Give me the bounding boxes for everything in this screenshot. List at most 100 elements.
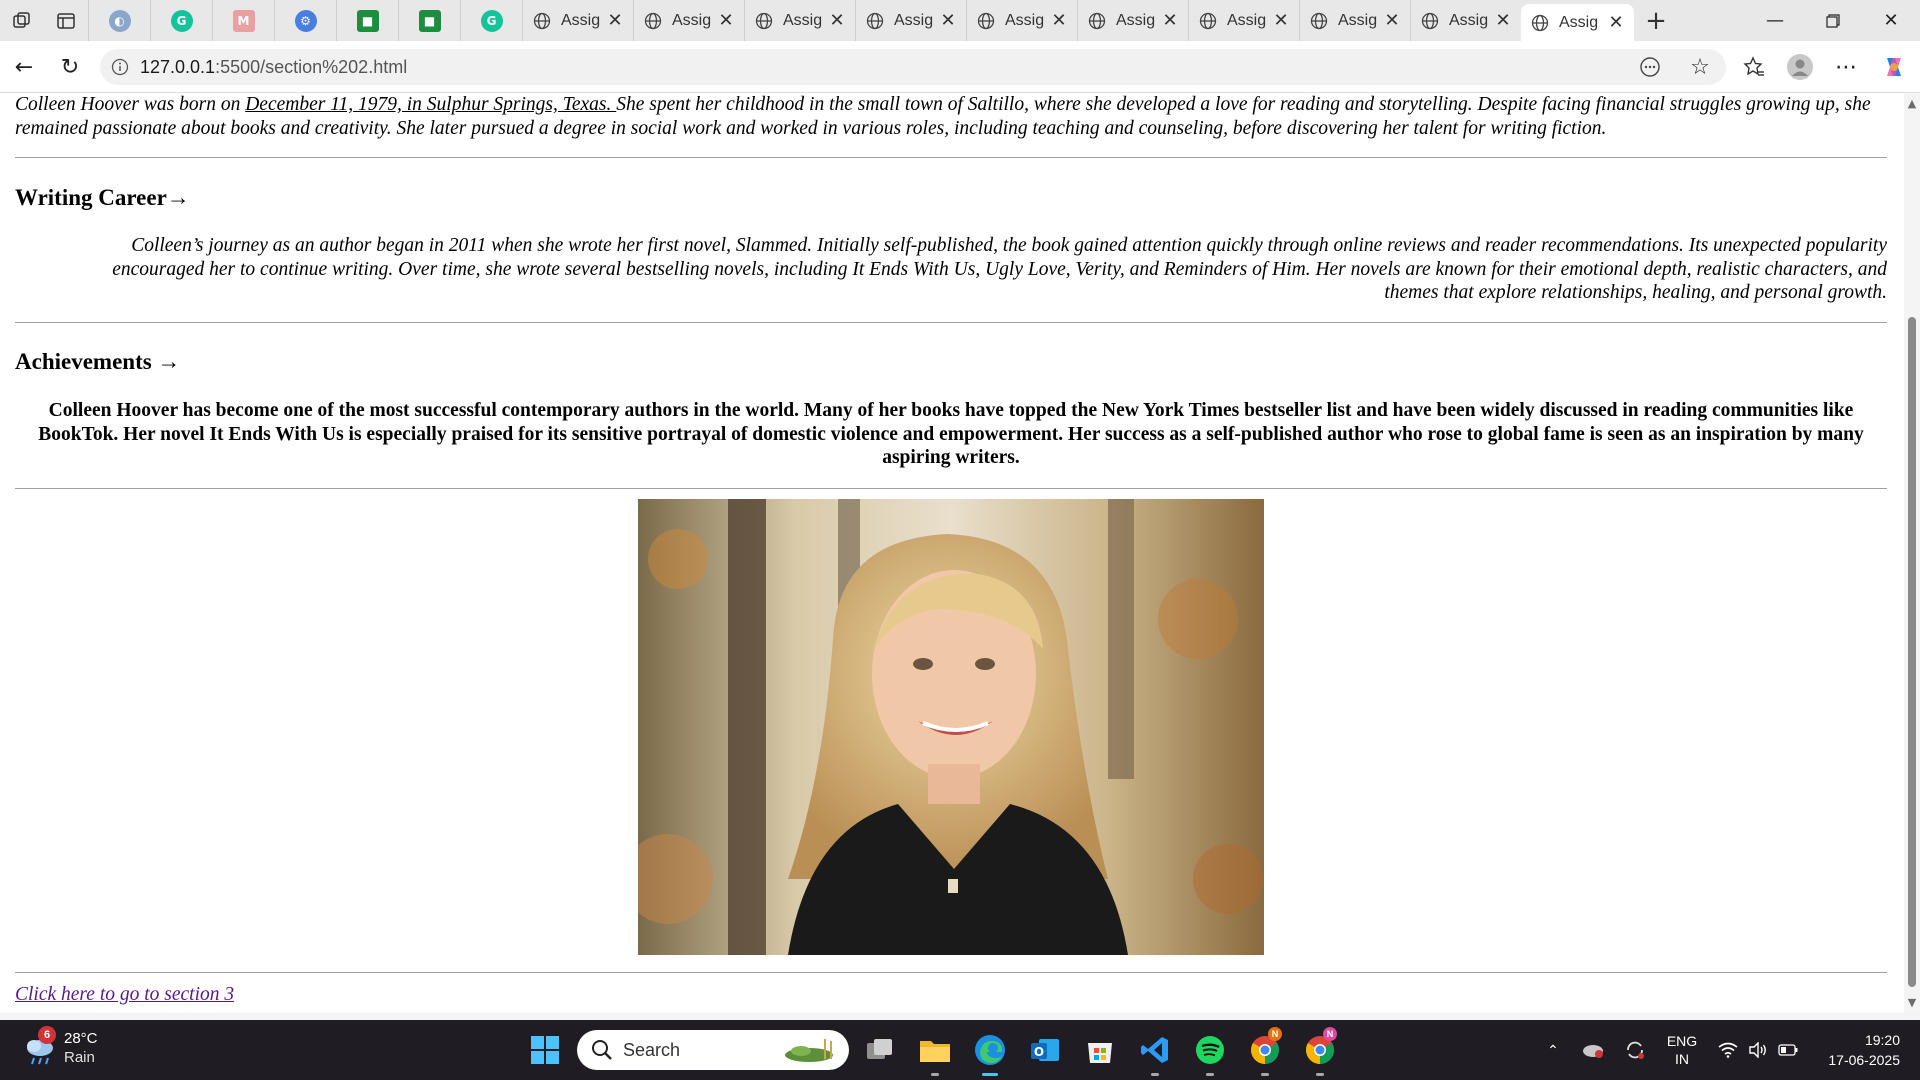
close-tab-icon[interactable]: ✕	[1495, 10, 1511, 31]
back-button[interactable]: ←	[6, 49, 42, 85]
tab-title: Assig	[1449, 11, 1489, 29]
more-options-icon[interactable]: ⋯	[1828, 49, 1864, 85]
minimize-button[interactable]: —	[1746, 0, 1804, 41]
tab-assignment[interactable]: Assig ✕	[966, 0, 1077, 41]
globe-icon	[1531, 14, 1549, 31]
page-viewport: Colleen Hoover was born on December 11, …	[0, 93, 1920, 1013]
chrome-profile-badge: N	[1323, 1027, 1337, 1041]
moon-icon: ◐	[108, 9, 131, 32]
task-view-icon	[867, 1039, 892, 1059]
section-3-link[interactable]: Click here to go to section 3	[15, 984, 234, 1006]
task-view-button[interactable]	[860, 1030, 900, 1070]
tab-title: Assig	[783, 11, 823, 29]
pinned-tab-3[interactable]: M	[212, 0, 274, 41]
intro-lead: Colleen Hoover was born on	[15, 94, 246, 115]
scroll-up-arrow-icon[interactable]: ▲	[1906, 97, 1918, 110]
close-tab-icon[interactable]: ✕	[718, 10, 734, 31]
divider	[15, 972, 1887, 973]
outlook-button[interactable]: O	[1025, 1030, 1065, 1070]
favorites-icon[interactable]	[1736, 49, 1772, 85]
site-info-icon[interactable]	[100, 58, 140, 76]
onedrive-icon[interactable]	[1578, 1020, 1608, 1080]
close-tab-icon[interactable]: ✕	[1608, 12, 1624, 33]
chrome-button[interactable]: N	[1245, 1027, 1285, 1076]
language-indicator[interactable]: ENG IN	[1660, 1020, 1704, 1080]
pinned-tab-5[interactable]: ■	[336, 0, 398, 41]
gear-icon: ⚙	[294, 9, 317, 32]
taskbar-search[interactable]: Search	[577, 1030, 849, 1070]
weather-widget[interactable]: 6 28°C Rain	[20, 1026, 98, 1068]
workspaces-icon[interactable]	[0, 0, 44, 41]
intro-paragraph: Colleen Hoover was born on December 11, …	[15, 93, 1887, 140]
close-window-button[interactable]: ✕	[1862, 0, 1920, 41]
language-code: ENG	[1666, 1033, 1698, 1049]
scroll-down-arrow-icon[interactable]: ▼	[1906, 996, 1918, 1009]
tab-assignment[interactable]: Assig ✕	[1077, 0, 1188, 41]
pinned-tab-7[interactable]: G	[460, 0, 522, 41]
close-tab-icon[interactable]: ✕	[940, 10, 956, 31]
achievements-paragraph: Colleen Hoover has become one of the mos…	[38, 400, 1864, 468]
tab-assignment[interactable]: Assig ✕	[1410, 0, 1521, 41]
copilot-icon[interactable]	[1876, 49, 1912, 85]
close-tab-icon[interactable]: ✕	[1162, 10, 1178, 31]
start-button[interactable]	[525, 1030, 565, 1070]
restore-button[interactable]	[1804, 0, 1862, 41]
pinned-tab-1[interactable]: ◐	[88, 0, 150, 41]
tab-title: Assig	[1227, 11, 1267, 29]
sync-icon[interactable]	[1620, 1020, 1650, 1080]
vscode-button[interactable]	[1135, 1030, 1175, 1076]
file-explorer-button[interactable]	[915, 1030, 955, 1076]
tab-assignment[interactable]: Assig ✕	[522, 0, 633, 41]
tab-actions-icon[interactable]	[44, 0, 88, 41]
scrollbar-thumb[interactable]	[1908, 317, 1916, 987]
search-icon	[592, 1040, 612, 1060]
store-button[interactable]	[1080, 1030, 1120, 1070]
clock[interactable]: 19:20 17-06-2025	[1828, 1030, 1900, 1070]
tab-assignment[interactable]: Assig ✕	[1299, 0, 1410, 41]
close-tab-icon[interactable]: ✕	[829, 10, 845, 31]
edge-button[interactable]	[970, 1030, 1010, 1076]
tab-assignment[interactable]: Assig ✕	[1188, 0, 1299, 41]
classroom-icon: ■	[356, 9, 379, 32]
store-icon	[1088, 1043, 1112, 1063]
close-tab-icon[interactable]: ✕	[1384, 10, 1400, 31]
tab-assignment[interactable]: Assig ✕	[633, 0, 744, 41]
search-highlight-image	[785, 1039, 833, 1062]
profile-avatar[interactable]	[1782, 49, 1818, 85]
wifi-icon[interactable]	[1714, 1020, 1742, 1080]
close-tab-icon[interactable]: ✕	[1273, 10, 1289, 31]
pinned-tab-4[interactable]: ⚙	[274, 0, 336, 41]
spotify-button[interactable]	[1190, 1030, 1230, 1076]
weather-condition: Rain	[64, 1049, 95, 1066]
svg-text:O: O	[1034, 1045, 1044, 1059]
page-scrollbar[interactable]: ▲ ▼	[1904, 93, 1920, 1013]
globe-icon	[1310, 12, 1328, 29]
reading-view-icon[interactable]	[1632, 49, 1668, 85]
address-bar[interactable]: 127.0.0.1:5500/section%202.html	[100, 49, 1726, 85]
new-tab-button[interactable]: +	[1634, 0, 1678, 41]
refresh-button[interactable]: ↻	[52, 49, 88, 85]
chrome-profile-button[interactable]: N	[1300, 1027, 1340, 1076]
running-indicator	[1261, 1073, 1269, 1076]
battery-icon[interactable]	[1774, 1020, 1802, 1080]
tab-assignment[interactable]: Assig ✕	[855, 0, 966, 41]
author-portrait-image	[638, 499, 1264, 955]
show-hidden-icons-chevron-icon[interactable]: ⌃	[1540, 1020, 1566, 1080]
address-toolbar: ← ↻ 127.0.0.1:5500/section%202.html ☆ ⋯	[0, 41, 1920, 93]
volume-icon[interactable]	[1744, 1020, 1772, 1080]
pinned-tab-2[interactable]: G	[150, 0, 212, 41]
favorite-star-icon[interactable]: ☆	[1682, 49, 1718, 85]
pinned-tab-6[interactable]: ■	[398, 0, 460, 41]
tab-assignment[interactable]: Assig ✕	[744, 0, 855, 41]
url-text[interactable]: 127.0.0.1:5500/section%202.html	[140, 57, 407, 78]
tab-title: Assig	[672, 11, 712, 29]
tab-assignment-active[interactable]: Assig ✕	[1521, 4, 1634, 41]
close-tab-icon[interactable]: ✕	[1051, 10, 1067, 31]
close-tab-icon[interactable]: ✕	[607, 10, 623, 31]
clock-date: 17-06-2025	[1828, 1052, 1900, 1068]
divider	[15, 488, 1887, 489]
globe-icon	[755, 12, 773, 29]
author-photo	[638, 499, 1264, 955]
folder-icon	[920, 1041, 950, 1062]
running-indicator	[1151, 1073, 1159, 1076]
